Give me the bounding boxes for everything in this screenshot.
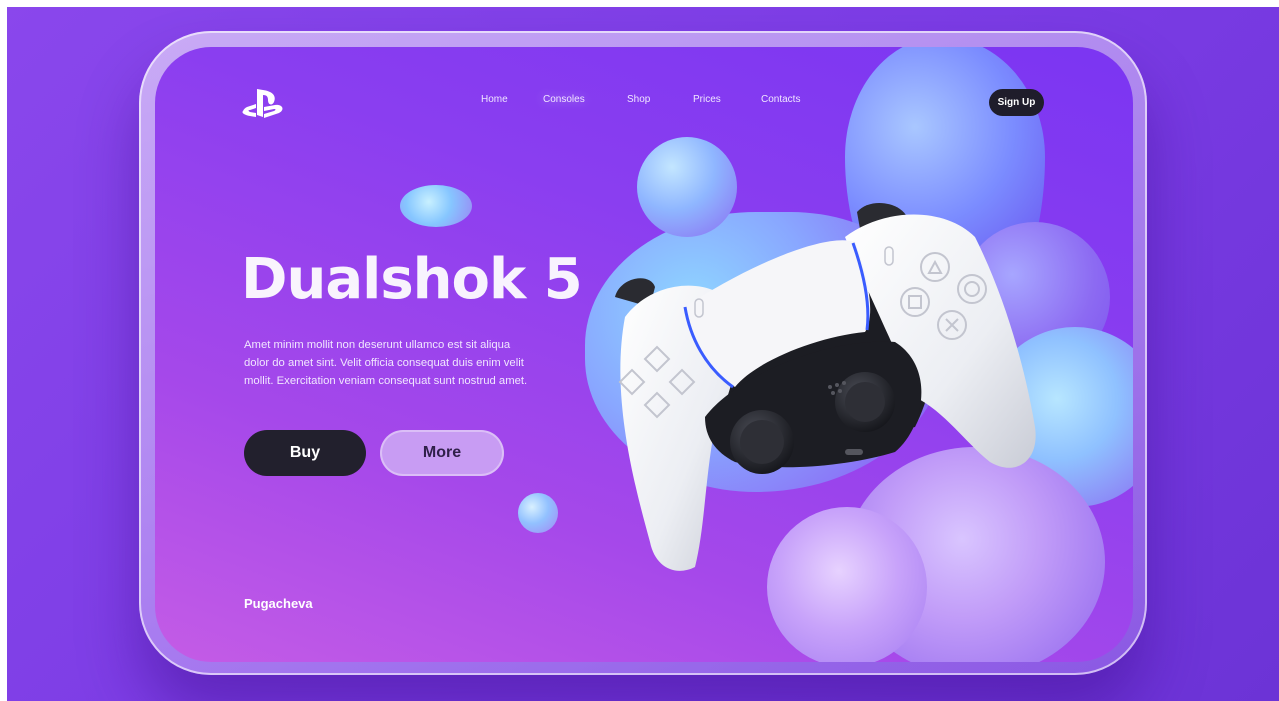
nav-shop[interactable]: Shop (627, 92, 693, 107)
dualsense-controller-image (615, 202, 1036, 571)
nav-contacts[interactable]: Contacts (761, 92, 800, 107)
decorative-blob (518, 493, 558, 533)
decorative-blob (400, 185, 472, 227)
screenshot-edge-left (0, 0, 7, 701)
more-button[interactable]: More (380, 430, 504, 476)
sign-up-button[interactable]: Sign Up (989, 89, 1044, 116)
screenshot-edge-top (0, 0, 1279, 7)
main-nav: Home Consoles Shop Prices Contacts (481, 92, 800, 107)
nav-prices[interactable]: Prices (693, 92, 761, 107)
brand-name: Pugacheva (244, 596, 313, 611)
landing-page: Home Consoles Shop Prices Contacts Sign … (155, 47, 1133, 662)
hero-title: Dualshok 5 (241, 247, 583, 312)
hero-description: Amet minim mollit non deserunt ullamco e… (244, 339, 528, 387)
buy-button[interactable]: Buy (244, 430, 366, 476)
playstation-logo-icon[interactable] (241, 87, 285, 121)
nav-consoles[interactable]: Consoles (543, 92, 627, 107)
nav-home[interactable]: Home (481, 92, 543, 107)
